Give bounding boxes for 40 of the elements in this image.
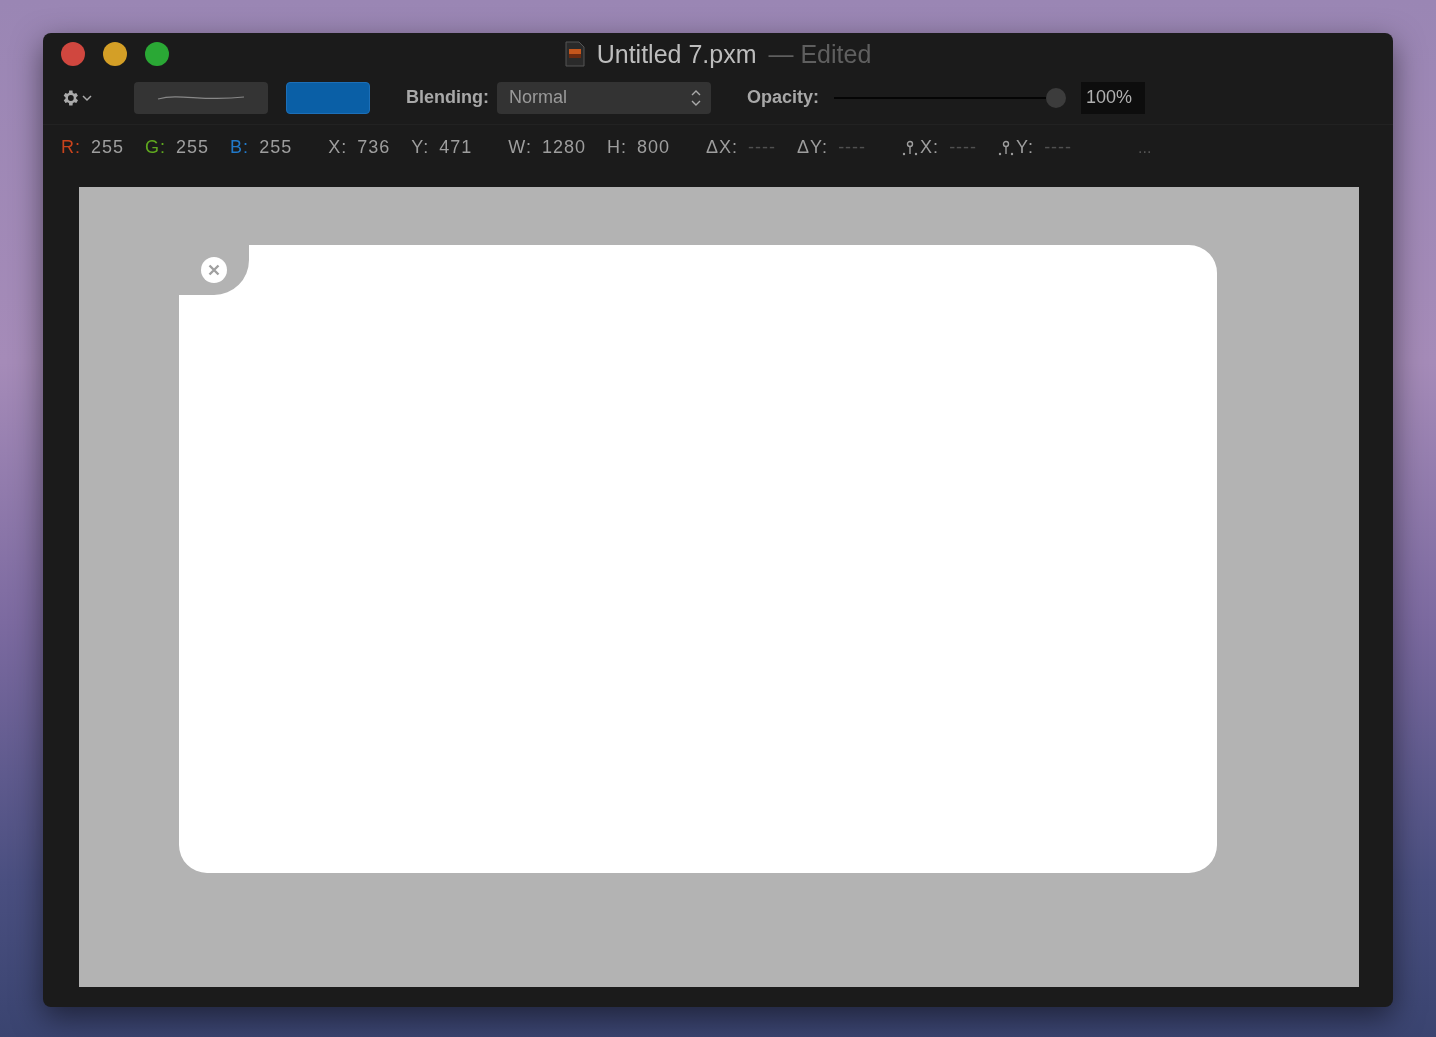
measure-label: Y: xyxy=(1016,137,1035,159)
anchor-icon xyxy=(998,139,1015,156)
blending-select[interactable]: Normal xyxy=(497,81,711,114)
minimize-icon[interactable] xyxy=(103,42,127,67)
measure-label: Y: xyxy=(411,137,430,159)
channel-label: R: xyxy=(61,137,81,159)
close-icon[interactable] xyxy=(61,42,85,67)
stroke-style-button[interactable] xyxy=(134,81,268,114)
slider-thumb[interactable] xyxy=(1046,87,1067,108)
measure-label: X: xyxy=(920,137,940,159)
measure-value: 800 xyxy=(637,137,671,159)
channel-value: 255 xyxy=(259,137,293,159)
measure-value: 471 xyxy=(439,137,473,159)
measure-label: ΔY: xyxy=(797,137,829,159)
channel-value: 255 xyxy=(176,137,210,159)
measure-label: ΔX: xyxy=(706,137,739,159)
more-button[interactable]: ... xyxy=(1138,138,1152,157)
color-swatch-button[interactable] xyxy=(286,81,370,114)
window-title: Untitled 7.pxm xyxy=(596,39,757,69)
measure-value: ---- xyxy=(1044,137,1073,159)
opacity-label: Opacity: xyxy=(747,87,820,109)
channel-label: G: xyxy=(145,137,167,159)
channel-label: B: xyxy=(230,137,250,159)
edited-status: — Edited xyxy=(768,39,872,69)
measure-value: ---- xyxy=(838,137,867,159)
channel-value: 255 xyxy=(91,137,125,159)
measure-value: 736 xyxy=(357,137,391,159)
measure-label: H: xyxy=(607,137,627,159)
measure-label: W: xyxy=(508,137,532,159)
measure-value: ---- xyxy=(748,137,777,159)
measure-value: ---- xyxy=(949,137,978,159)
document-icon xyxy=(564,41,585,68)
maximize-icon[interactable] xyxy=(145,42,169,67)
caret-icon xyxy=(82,93,92,102)
measure-value: 1280 xyxy=(541,137,586,159)
anchor-icon xyxy=(902,139,919,156)
blending-label: Blending: xyxy=(406,87,489,109)
measure-label: X: xyxy=(328,137,348,159)
opacity-field[interactable]: 100% xyxy=(1081,81,1146,114)
close-icon[interactable] xyxy=(201,257,227,283)
